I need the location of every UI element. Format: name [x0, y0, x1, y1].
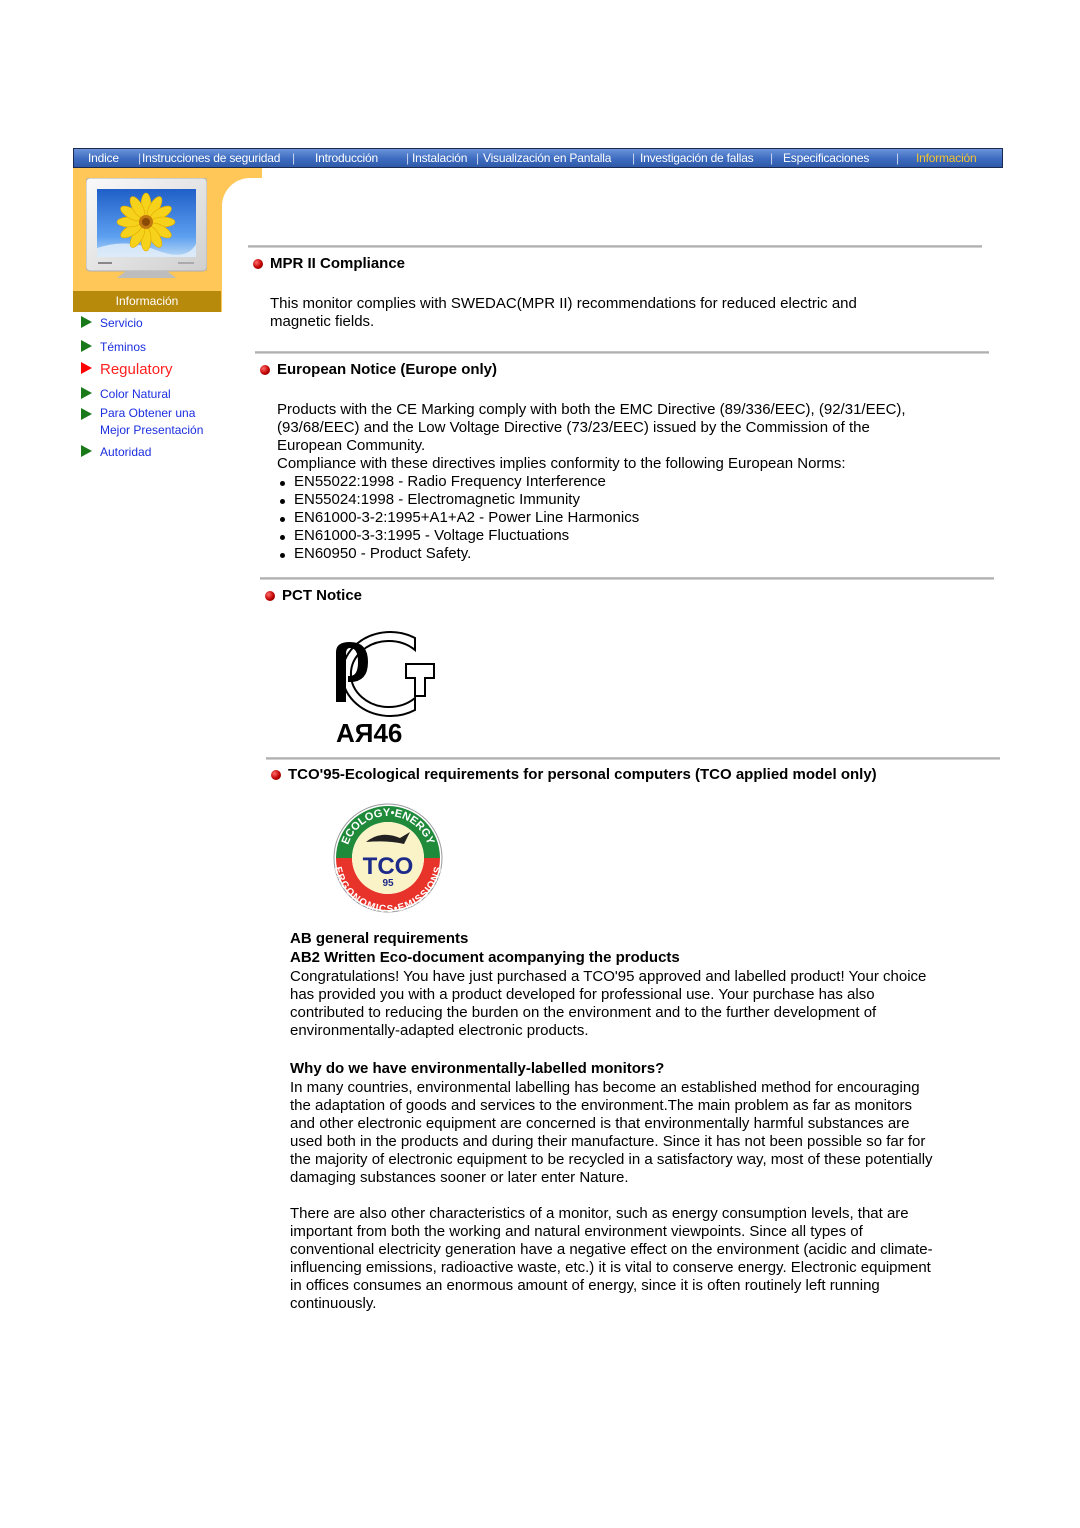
tco-logo-year: 95 — [382, 878, 394, 889]
nav-item-indice[interactable]: Indice — [88, 151, 119, 165]
list-item: EN61000-3-3:1995 - Voltage Fluctuations — [277, 527, 639, 545]
sidebar-item-label: Para Obtener una Mejor Presentación — [100, 405, 203, 439]
text-line: This monitor complies with SWEDAC(MPR II… — [270, 295, 857, 312]
text-line: Compliance with these directives implies… — [277, 455, 846, 472]
text-line: the majority of electronic equipment to … — [290, 1151, 933, 1168]
triangle-right-icon — [81, 362, 92, 374]
section-heading-tco: TCO'95-Ecological requirements for perso… — [271, 766, 877, 783]
section-banner-informacion: Información — [73, 291, 221, 312]
sidebar-item-label: Color Natural — [100, 387, 171, 401]
nav-separator: | — [292, 151, 296, 165]
text-line: environmentally-adapted electronic produ… — [290, 1022, 589, 1039]
top-nav-bar: Indice | Instrucciones de seguridad | In… — [73, 148, 1003, 168]
red-ball-bullet-icon — [260, 364, 270, 375]
section-divider — [266, 757, 1000, 760]
monitor-sunflower-image — [86, 178, 207, 278]
text-line: and other electronic equipment are conce… — [290, 1115, 910, 1132]
nav-item-introduccion[interactable]: Introducción — [315, 151, 378, 165]
list-item: EN61000-3-2:1995+A1+A2 - Power Line Harm… — [277, 509, 639, 527]
text-line: Products with the CE Marking comply with… — [277, 401, 906, 418]
european-text: Products with the CE Marking comply with… — [277, 401, 906, 473]
nav-separator: | — [138, 151, 142, 165]
nav-separator: | — [476, 151, 480, 165]
tco95-logo: ECOLOGY•ENERGY ERGONOMICS•EMISSIONS TCO … — [332, 803, 444, 914]
red-ball-bullet-icon — [271, 769, 281, 780]
nav-separator: | — [632, 151, 636, 165]
text-line: in offices consumes an enormous amount o… — [290, 1277, 880, 1294]
nav-item-especificaciones[interactable]: Especificaciones — [783, 151, 869, 165]
triangle-right-icon — [81, 408, 92, 420]
red-ball-bullet-icon — [253, 258, 263, 269]
section-divider — [260, 577, 994, 580]
nav-item-investigacion[interactable]: Investigación de fallas — [640, 151, 754, 165]
text-line: In many countries, environmental labelli… — [290, 1079, 920, 1096]
sidebar-item-regulatory[interactable]: Regulatory — [81, 361, 173, 378]
european-norms-list: EN55022:1998 - Radio Frequency Interfere… — [277, 473, 639, 563]
section-title: TCO'95-Ecological requirements for perso… — [288, 766, 877, 783]
section-title: MPR II Compliance — [270, 255, 406, 272]
text-line: conventional electricity generation have… — [290, 1241, 933, 1258]
triangle-right-icon — [81, 340, 92, 352]
nav-item-instrucciones[interactable]: Instrucciones de seguridad — [142, 151, 280, 165]
section-divider — [248, 245, 982, 248]
sidebar-item-mejor-presentacion[interactable]: Para Obtener una Mejor Presentación — [81, 405, 203, 439]
sidebar-item-label: Regulatory — [100, 361, 173, 378]
triangle-right-icon — [81, 445, 92, 457]
ab-general-heading: AB general requirements — [290, 930, 469, 947]
sidebar-item-label-line2: Mejor Presentación — [100, 423, 204, 437]
sidebar-item-terminos[interactable]: Téminos — [81, 339, 146, 356]
sidebar-item-label: Servicio — [100, 316, 143, 330]
text-line: damaging substances sooner or later ente… — [290, 1169, 629, 1186]
section-heading-european: European Notice (Europe only) — [260, 361, 497, 378]
triangle-right-icon — [81, 316, 92, 328]
tco-logo-center-text: TCO — [363, 853, 414, 880]
list-item: EN60950 - Product Safety. — [277, 545, 639, 563]
text-line: European Community. — [277, 437, 426, 454]
sidebar-item-label-line1: Para Obtener una — [100, 406, 196, 420]
list-item: EN55024:1998 - Electromagnetic Immunity — [277, 491, 639, 509]
text-line: (93/68/EEC) and the Low Voltage Directiv… — [277, 419, 870, 436]
text-line: important from both the working and natu… — [290, 1223, 863, 1240]
red-ball-bullet-icon — [265, 590, 275, 601]
text-line: Congratulations! You have just purchased… — [290, 968, 927, 985]
section-heading-pct: PCT Notice — [265, 587, 362, 604]
sidebar-item-label: Autoridad — [100, 445, 152, 459]
triangle-right-icon — [81, 387, 92, 399]
sidebar-item-autoridad[interactable]: Autoridad — [81, 444, 151, 461]
nav-item-instalacion[interactable]: Instalación — [412, 151, 467, 165]
sidebar-item-color-natural[interactable]: Color Natural — [81, 386, 171, 403]
pct-logo-code: АЯ46 — [336, 718, 402, 748]
text-line: has provided you with a product develope… — [290, 986, 875, 1003]
text-line: magnetic fields. — [270, 313, 375, 330]
nav-separator: | — [406, 151, 410, 165]
ab2-heading: AB2 Written Eco-document acompanying the… — [290, 949, 680, 966]
nav-item-visualizacion[interactable]: Visualización en Pantalla — [483, 151, 611, 165]
text-line: There are also other characteristics of … — [290, 1205, 909, 1222]
ab2-text: Congratulations! You have just purchased… — [290, 968, 926, 1040]
nav-separator: | — [896, 151, 900, 165]
text-line: used both in the products and during the… — [290, 1133, 926, 1150]
nav-item-informacion[interactable]: Información — [916, 151, 977, 165]
text-line: influencing emissions, radioactive waste… — [290, 1259, 931, 1276]
why-text: In many countries, environmental labelli… — [290, 1079, 933, 1187]
section-divider — [255, 351, 989, 354]
section-heading-mpr: MPR II Compliance — [253, 255, 405, 272]
pct-certification-logo: АЯ46 — [336, 631, 435, 748]
text-line: the adaptation of goods and services to … — [290, 1097, 913, 1114]
text-line: contributed to reducing the burden on th… — [290, 1004, 877, 1021]
text-line: continuously. — [290, 1295, 377, 1312]
section-title: European Notice (Europe only) — [277, 361, 498, 378]
sidebar-item-label: Téminos — [100, 340, 147, 354]
sidebar-item-servicio[interactable]: Servicio — [81, 315, 143, 332]
why-heading: Why do we have environmentally-labelled … — [290, 1060, 665, 1077]
list-item: EN55022:1998 - Radio Frequency Interfere… — [277, 473, 639, 491]
other-characteristics-text: There are also other characteristics of … — [290, 1205, 933, 1313]
section-title: PCT Notice — [282, 587, 363, 604]
mpr-text: This monitor complies with SWEDAC(MPR II… — [270, 295, 857, 331]
header-curve-fill — [222, 168, 262, 178]
nav-separator: | — [770, 151, 774, 165]
